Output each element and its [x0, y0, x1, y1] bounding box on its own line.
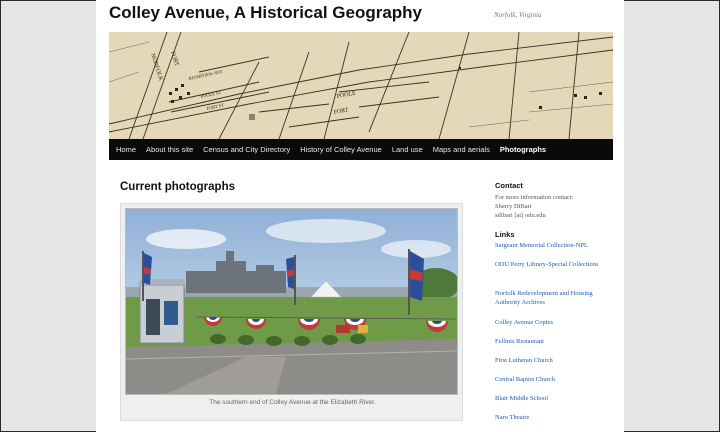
nav-item-history[interactable]: History of Colley Avenue [295, 139, 387, 160]
link-blair-middle-school[interactable]: Blair Middle School [495, 394, 619, 403]
nav-item-photographs[interactable]: Photographs [495, 139, 551, 160]
contact-line: For more information contact: [495, 194, 574, 201]
links-heading: Links [495, 230, 515, 239]
site-description: Norfolk, Virginia [494, 11, 542, 19]
historical-map-illustration: FORT NORFOLK RIVERVIEW AVE POOLE ST FORT… [109, 32, 613, 139]
link-colley-avenue-copies[interactable]: Colley Avenue Copies [495, 318, 619, 327]
photo-colley-avenue-river[interactable] [125, 208, 458, 395]
header-map-image[interactable]: FORT NORFOLK RIVERVIEW AVE POOLE ST FORT… [109, 32, 613, 139]
street-photo-illustration [126, 209, 457, 394]
page: Colley Avenue, A Historical Geography No… [96, 0, 624, 432]
contact-heading: Contact [495, 181, 523, 190]
nav-item-land-use[interactable]: Land use [387, 139, 428, 160]
main-navigation: Home About this site Census and City Dir… [109, 139, 613, 160]
link-fellinis-restaurant[interactable]: Fellinis Restaurant [495, 337, 619, 346]
link-first-lutheran-church[interactable]: First Lutheran Church [495, 356, 619, 365]
link-central-baptist-church[interactable]: Central Baptist Church [495, 375, 619, 384]
photo-figure: The southern end of Colley Avenue at the… [120, 203, 463, 421]
page-title: Current photographs [120, 181, 235, 193]
nav-item-maps[interactable]: Maps and aerials [428, 139, 495, 160]
nav-item-home[interactable]: Home [109, 139, 141, 160]
link-odu-perry-library[interactable]: ODU Perry Library-Special Collections [495, 260, 619, 269]
nav-item-census[interactable]: Census and City Directory [198, 139, 295, 160]
sidebar: Contact For more information contact: Sh… [495, 181, 619, 421]
link-norfolk-redevelopment[interactable]: Norfolk Redevelopment and Housing Author… [495, 289, 619, 307]
link-sargeant-memorial[interactable]: Sargeant Memorial Collection-NPL [495, 241, 619, 250]
contact-email: sdibari [at] odu.edu [495, 212, 546, 219]
link-naro-theatre[interactable]: Naro Theatre [495, 413, 619, 422]
contact-name: Sherry DiBari [495, 203, 532, 210]
nav-item-about[interactable]: About this site [141, 139, 198, 160]
photo-caption: The southern end of Colley Avenue at the… [209, 399, 376, 406]
site-title[interactable]: Colley Avenue, A Historical Geography [109, 3, 422, 23]
